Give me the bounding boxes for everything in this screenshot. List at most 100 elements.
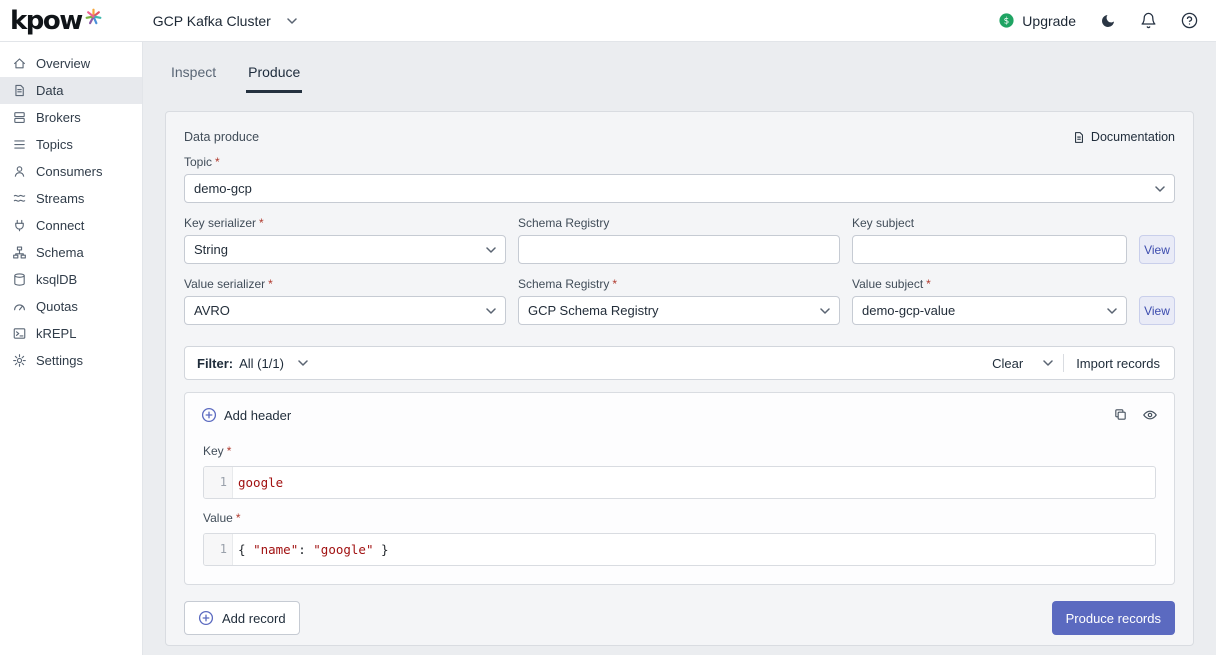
data-icon (12, 83, 27, 98)
key-row: Key serializer * String Schema Registry (184, 216, 1175, 264)
record-value-label-row: Value * (203, 511, 1158, 525)
brokers-icon (12, 110, 27, 125)
field-value-schema-registry: Schema Registry * GCP Schema Registry (518, 277, 840, 325)
key-serializer-select[interactable]: String (184, 235, 506, 264)
record-key-editor[interactable]: 1 google (203, 466, 1156, 499)
upgrade-link[interactable]: $ Upgrade (998, 12, 1076, 29)
sidebar-item-connect[interactable]: Connect (0, 212, 142, 239)
key-subject-label: Key subject (852, 216, 914, 230)
sidebar-item-streams[interactable]: Streams (0, 185, 142, 212)
value-subject-value: demo-gcp-value (862, 303, 955, 318)
sidebar-item-label: Quotas (36, 299, 78, 314)
record-key-label-row: Key * (203, 444, 1158, 458)
key-serializer-label: Key serializer (184, 216, 256, 230)
theme-toggle-moon-icon[interactable] (1100, 13, 1116, 29)
required-marker: * (612, 277, 617, 291)
field-key-serializer: Key serializer * String (184, 216, 506, 264)
field-key-schema-registry: Schema Registry (518, 216, 840, 264)
key-schema-registry-input[interactable] (518, 235, 840, 264)
required-marker: * (259, 216, 264, 230)
filter-value: All (1/1) (239, 356, 284, 371)
chevron-down-icon (820, 308, 830, 314)
tab-inspect[interactable]: Inspect (169, 58, 218, 93)
chevron-down-icon (486, 247, 496, 253)
krepl-icon (12, 326, 27, 341)
sidebar-item-consumers[interactable]: Consumers (0, 158, 142, 185)
sidebar-item-label: Topics (36, 137, 73, 152)
value-serializer-value: AVRO (194, 303, 230, 318)
topic-select-value: demo-gcp (194, 181, 252, 196)
field-value-subject: Value subject * demo-gcp-value (852, 277, 1127, 325)
value-subject-select[interactable]: demo-gcp-value (852, 296, 1127, 325)
panel-footer: Add record Produce records (184, 601, 1175, 635)
sidebar-item-quotas[interactable]: Quotas (0, 293, 142, 320)
tab-produce[interactable]: Produce (246, 58, 302, 93)
topics-icon (12, 137, 27, 152)
plus-circle-icon (201, 407, 217, 423)
produce-records-button[interactable]: Produce records (1052, 601, 1175, 635)
kpow-logo-star-icon (84, 7, 103, 26)
sidebar-item-data[interactable]: Data (0, 77, 142, 104)
sidebar-item-label: Consumers (36, 164, 102, 179)
schema-icon (12, 245, 27, 260)
sidebar-item-label: kREPL (36, 326, 76, 341)
topic-select[interactable]: demo-gcp (184, 174, 1175, 203)
sidebar-item-topics[interactable]: Topics (0, 131, 142, 158)
panel-title: Data produce (184, 130, 259, 144)
key-serializer-value: String (194, 242, 228, 257)
cluster-name: GCP Kafka Cluster (153, 13, 271, 29)
chevron-down-icon (1107, 308, 1117, 314)
sidebar-item-brokers[interactable]: Brokers (0, 104, 142, 131)
documentation-link[interactable]: Documentation (1073, 130, 1175, 144)
svg-text:$: $ (1004, 17, 1010, 27)
value-schema-registry-value: GCP Schema Registry (528, 303, 659, 318)
value-row: Value serializer * AVRO Schema Registry … (184, 277, 1175, 325)
kpow-logo[interactable]: kpow (10, 3, 103, 39)
value-subject-label: Value subject (852, 277, 923, 291)
add-record-button[interactable]: Add record (184, 601, 300, 635)
value-serializer-select[interactable]: AVRO (184, 296, 506, 325)
chevron-down-icon (1155, 186, 1165, 192)
documentation-label: Documentation (1091, 130, 1175, 144)
key-subject-view-button[interactable]: View (1139, 235, 1175, 264)
required-marker: * (926, 277, 931, 291)
value-schema-registry-label: Schema Registry (518, 277, 609, 291)
sidebar-item-ksqldb[interactable]: ksqlDB (0, 266, 142, 293)
sidebar-item-schema[interactable]: Schema (0, 239, 142, 266)
main-content: Inspect Produce Data produce Documentati… (143, 42, 1216, 655)
record-card: Add header Key * 1 (184, 392, 1175, 585)
sidebar-item-overview[interactable]: Overview (0, 50, 142, 77)
tab-bar: Inspect Produce (165, 42, 1194, 93)
preview-eye-icon[interactable] (1142, 407, 1158, 423)
key-subject-input[interactable] (852, 235, 1127, 264)
clear-dropdown-chevron-icon[interactable] (1043, 360, 1053, 366)
cluster-selector[interactable]: GCP Kafka Cluster (153, 13, 297, 29)
value-schema-registry-select[interactable]: GCP Schema Registry (518, 296, 840, 325)
value-serializer-label: Value serializer (184, 277, 265, 291)
add-header-button[interactable]: Add header (201, 407, 291, 423)
import-records-button[interactable]: Import records (1074, 356, 1162, 371)
sidebar-item-settings[interactable]: Settings (0, 347, 142, 374)
sidebar-item-label: Connect (36, 218, 84, 233)
plus-circle-icon (198, 610, 214, 626)
sidebar-item-label: ksqlDB (36, 272, 77, 287)
ksqldb-icon (12, 272, 27, 287)
streams-icon (12, 191, 27, 206)
divider (1063, 354, 1064, 372)
clear-button[interactable]: Clear (990, 356, 1025, 371)
field-topic: Topic * demo-gcp (184, 155, 1175, 203)
help-icon[interactable] (1181, 12, 1198, 29)
sidebar-item-label: Overview (36, 56, 90, 71)
copy-record-icon[interactable] (1113, 407, 1128, 423)
filter-dropdown[interactable]: Filter: All (1/1) (197, 356, 308, 371)
tab-inspect-label: Inspect (171, 64, 216, 80)
document-icon (1073, 131, 1085, 144)
required-marker: * (268, 277, 273, 291)
topic-label: Topic (184, 155, 212, 169)
key-schema-registry-label: Schema Registry (518, 216, 609, 230)
value-subject-view-button[interactable]: View (1139, 296, 1175, 325)
record-value-editor[interactable]: 1 { "name": "google" } (203, 533, 1156, 566)
notifications-bell-icon[interactable] (1140, 12, 1157, 29)
kpow-logo-text: kpow (10, 3, 82, 39)
sidebar-item-krepl[interactable]: kREPL (0, 320, 142, 347)
